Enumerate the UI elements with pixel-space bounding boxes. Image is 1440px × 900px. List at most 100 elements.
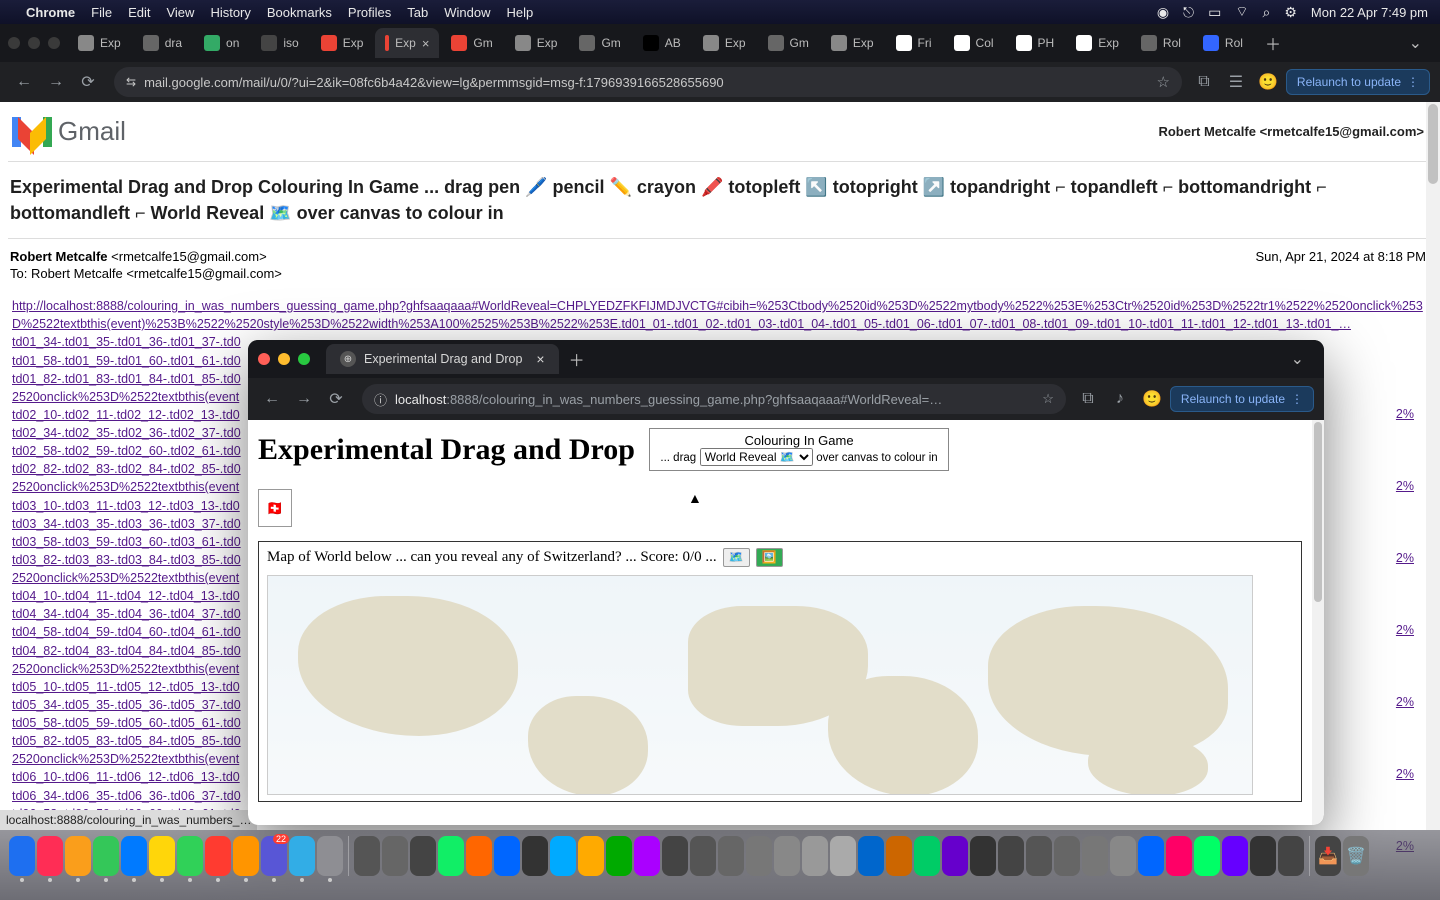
- menu-file[interactable]: File: [91, 5, 112, 20]
- browser-tab[interactable]: Exp: [505, 28, 568, 58]
- browser-tab[interactable]: Rol: [1131, 28, 1191, 58]
- dock-app-icon[interactable]: [578, 836, 604, 876]
- browser-tab[interactable]: ⊕ Experimental Drag and Drop ×: [326, 344, 559, 374]
- profile-avatar[interactable]: 🙂: [1138, 385, 1166, 413]
- map-button[interactable]: 🗺️: [723, 548, 750, 567]
- browser-tab[interactable]: Exp: [1066, 28, 1129, 58]
- dock-app-icon[interactable]: [718, 836, 744, 876]
- new-tab-button[interactable]: ＋: [559, 347, 595, 371]
- drag-tool-flag[interactable]: 🇨🇭: [258, 489, 292, 527]
- tool-select[interactable]: World Reveal 🗺️: [700, 448, 813, 466]
- control-center-icon[interactable]: ⚙: [1284, 4, 1297, 21]
- dock-app-icon[interactable]: [1222, 836, 1248, 876]
- dock-app-icon[interactable]: [1278, 836, 1304, 876]
- scrollbar[interactable]: [1312, 420, 1324, 825]
- dock-app-icon[interactable]: [1054, 836, 1080, 876]
- active-app-name[interactable]: Chrome: [26, 5, 75, 20]
- dock-app-icon[interactable]: [970, 836, 996, 876]
- dock-app-icon[interactable]: [289, 836, 315, 876]
- window-close[interactable]: [8, 37, 20, 49]
- dock-app-icon[interactable]: [634, 836, 660, 876]
- reading-list-icon[interactable]: ☰: [1222, 68, 1250, 96]
- dock-app-icon[interactable]: [774, 836, 800, 876]
- dock-app-icon[interactable]: [466, 836, 492, 876]
- dock-app-icon[interactable]: [177, 836, 203, 876]
- dock-app-icon[interactable]: [942, 836, 968, 876]
- browser-tab[interactable]: dra: [133, 28, 192, 58]
- dock-app-icon[interactable]: [606, 836, 632, 876]
- battery-icon[interactable]: ▭: [1208, 4, 1221, 21]
- menu-bookmarks[interactable]: Bookmarks: [267, 5, 332, 20]
- window-minimize[interactable]: [278, 353, 290, 365]
- image-button[interactable]: 🖼️: [756, 548, 783, 567]
- dock-app-icon[interactable]: [1194, 836, 1220, 876]
- back-button[interactable]: ←: [258, 385, 286, 413]
- dock-app-icon[interactable]: [690, 836, 716, 876]
- browser-tab[interactable]: iso: [251, 28, 308, 58]
- dock-app-icon[interactable]: [858, 836, 884, 876]
- browser-tab[interactable]: Gm: [569, 28, 630, 58]
- menu-window[interactable]: Window: [444, 5, 490, 20]
- reload-button[interactable]: ⟳: [322, 385, 350, 413]
- dock-app-icon[interactable]: [1082, 836, 1108, 876]
- new-tab-button[interactable]: ＋: [1255, 31, 1291, 55]
- bookmark-star-icon[interactable]: ☆: [1042, 391, 1054, 407]
- browser-tab[interactable]: Exp: [693, 28, 756, 58]
- dock-app-icon[interactable]: [205, 836, 231, 876]
- menu-edit[interactable]: Edit: [128, 5, 150, 20]
- browser-tab[interactable]: PH: [1006, 28, 1065, 58]
- dock-app-icon[interactable]: [354, 836, 380, 876]
- window-minimize[interactable]: [28, 37, 40, 49]
- extensions-icon[interactable]: ⧉: [1190, 68, 1218, 96]
- back-button[interactable]: ←: [10, 68, 38, 96]
- browser-tab[interactable]: Gm: [758, 28, 819, 58]
- menu-profiles[interactable]: Profiles: [348, 5, 391, 20]
- tab-overflow-button[interactable]: ⌄: [1281, 349, 1314, 369]
- site-info-icon[interactable]: ⓘ: [374, 390, 387, 409]
- media-control-icon[interactable]: ♪: [1106, 385, 1134, 413]
- tab-overflow-button[interactable]: ⌄: [1399, 33, 1432, 53]
- dock-app-icon[interactable]: [438, 836, 464, 876]
- dock-app-icon[interactable]: [93, 836, 119, 876]
- dock-app-icon[interactable]: [410, 836, 436, 876]
- dock-app-icon[interactable]: [746, 836, 772, 876]
- dock-app-icon[interactable]: [886, 836, 912, 876]
- dock-app-icon[interactable]: [662, 836, 688, 876]
- dock-app-icon[interactable]: [998, 836, 1024, 876]
- window-close[interactable]: [258, 353, 270, 365]
- site-info-icon[interactable]: ⇆: [126, 75, 136, 89]
- dock-app-icon[interactable]: [149, 836, 175, 876]
- dock-app-icon[interactable]: [121, 836, 147, 876]
- dock-app-icon[interactable]: [522, 836, 548, 876]
- tab-close-icon[interactable]: ×: [536, 351, 544, 367]
- browser-tab[interactable]: Exp: [68, 28, 131, 58]
- profile-avatar[interactable]: 🙂: [1254, 68, 1282, 96]
- world-map-canvas[interactable]: [267, 575, 1253, 795]
- menubar-clock[interactable]: Mon 22 Apr 7:49 pm: [1311, 5, 1428, 20]
- trash-icon[interactable]: 🗑️: [1343, 836, 1369, 876]
- dock-app-icon[interactable]: [65, 836, 91, 876]
- dock-app-icon[interactable]: [550, 836, 576, 876]
- dock-app-icon[interactable]: [494, 836, 520, 876]
- relaunch-button[interactable]: Relaunch to update⋮: [1170, 386, 1314, 412]
- dock-app-icon[interactable]: [1166, 836, 1192, 876]
- forward-button[interactable]: →: [290, 385, 318, 413]
- dock-app-icon[interactable]: [914, 836, 940, 876]
- dock-app-icon[interactable]: [317, 836, 343, 876]
- dock-app-icon[interactable]: [233, 836, 259, 876]
- wifi-icon[interactable]: ⌔: [1235, 3, 1248, 21]
- forward-button[interactable]: →: [42, 68, 70, 96]
- browser-tab[interactable]: Exp×: [375, 28, 439, 58]
- dock-app-icon[interactable]: [1138, 836, 1164, 876]
- menu-view[interactable]: View: [166, 5, 194, 20]
- omnibox[interactable]: ⇆ mail.google.com/mail/u/0/?ui=2&ik=08fc…: [114, 67, 1182, 97]
- bookmark-star-icon[interactable]: ☆: [1156, 73, 1169, 91]
- browser-tab[interactable]: Rol: [1193, 28, 1253, 58]
- window-zoom[interactable]: [48, 37, 60, 49]
- browser-tab[interactable]: Fri: [886, 28, 942, 58]
- window-zoom[interactable]: [298, 353, 310, 365]
- downloads-stack[interactable]: 📥: [1315, 836, 1341, 876]
- menu-tab[interactable]: Tab: [407, 5, 428, 20]
- browser-tab[interactable]: Exp: [821, 28, 884, 58]
- extensions-icon[interactable]: ⧉: [1074, 385, 1102, 413]
